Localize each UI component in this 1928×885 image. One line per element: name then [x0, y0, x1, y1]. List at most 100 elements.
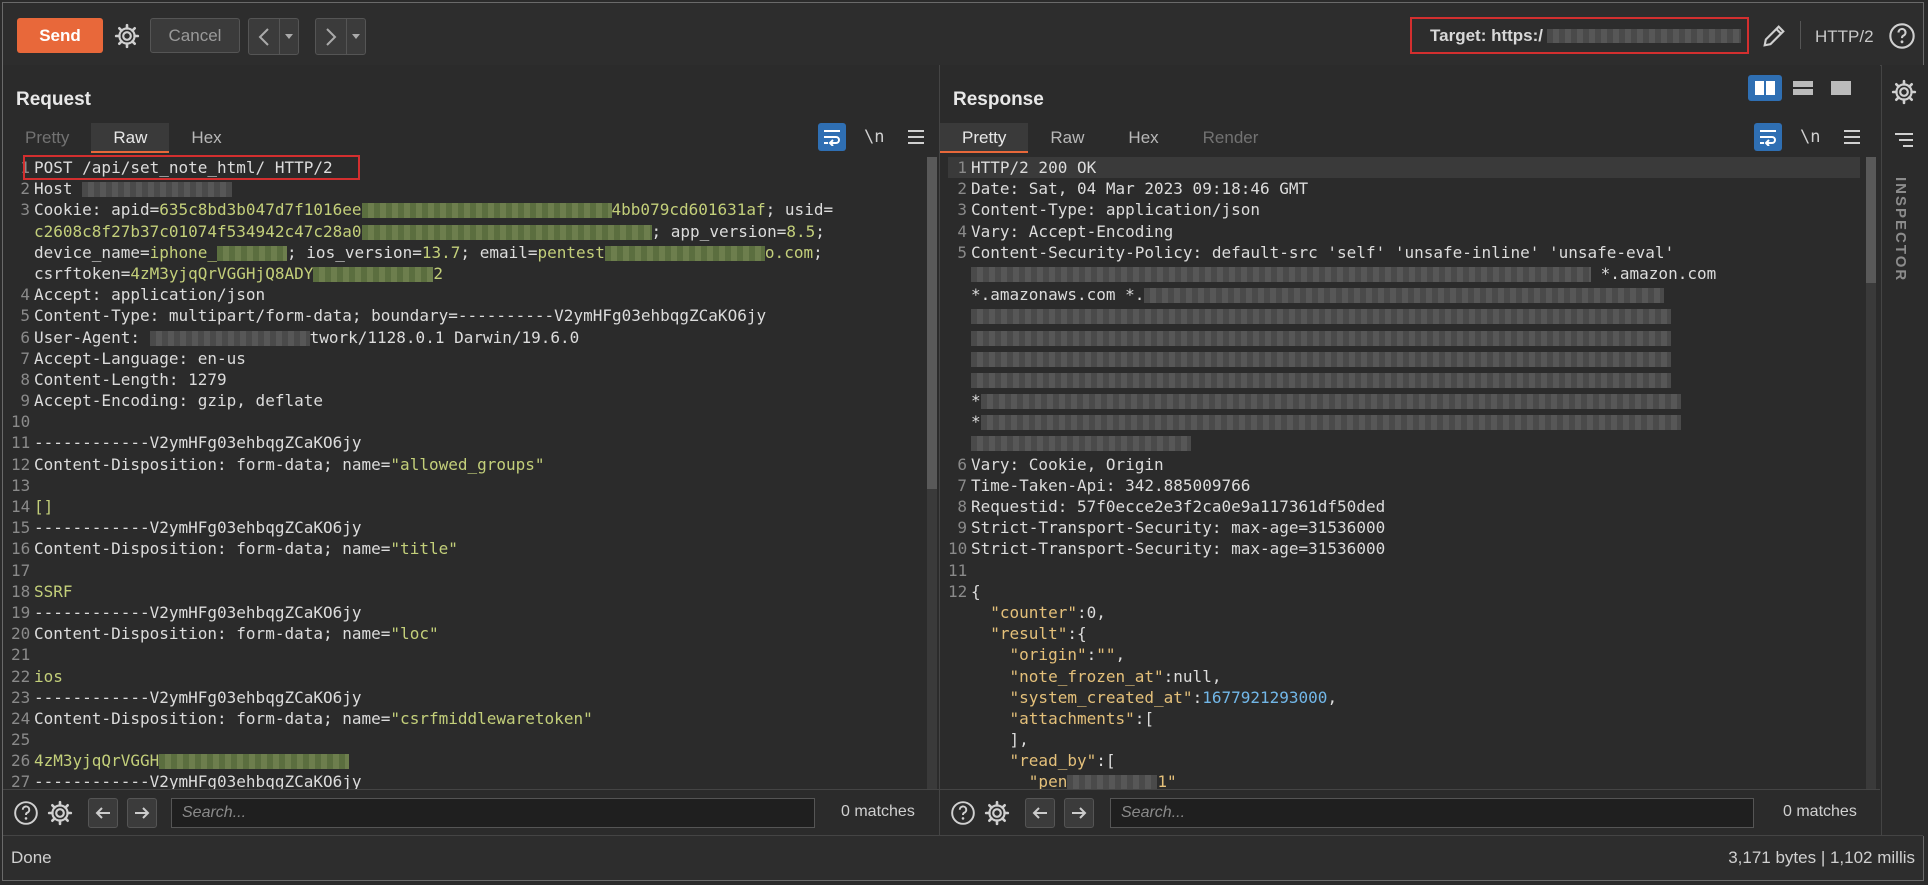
line-number [948, 305, 971, 326]
search-settings-button[interactable] [45, 798, 75, 828]
code-token: { [971, 581, 981, 601]
code-token: Cookie: [34, 200, 112, 220]
code-token: : [1086, 645, 1097, 665]
response-view-tools: \n [1754, 123, 1866, 151]
chevron-down-icon[interactable] [279, 19, 298, 54]
menu-button[interactable] [1838, 123, 1866, 151]
code-line [948, 327, 1860, 348]
code-token: : [1192, 687, 1203, 707]
code-line: 3 Content-Type: application/json [948, 199, 1860, 220]
search-settings-button[interactable] [982, 798, 1012, 828]
chevron-down-icon[interactable] [346, 19, 365, 54]
line-text: SSRF [34, 581, 921, 602]
tab-hex[interactable]: Hex [1106, 123, 1180, 153]
tab-hex[interactable]: Hex [169, 123, 243, 153]
help-button[interactable] [948, 798, 978, 828]
line-text: Accept-Encoding: gzip, deflate [34, 390, 921, 411]
redacted-text [980, 415, 1681, 431]
line-number: 3 [20, 200, 30, 220]
code-line [948, 348, 1860, 369]
search-input[interactable]: Search... [1110, 798, 1754, 828]
tab-pretty[interactable]: Pretty [940, 123, 1029, 153]
chevron-right-icon[interactable] [316, 27, 346, 47]
help-button[interactable] [1886, 20, 1918, 52]
line-text [971, 432, 1860, 453]
line-number: 25 [11, 730, 31, 750]
code-token: 4zM3yjqQrVGGH [34, 751, 160, 771]
code-token: "pen [1028, 772, 1068, 790]
code-line [948, 369, 1860, 390]
scrollbar-thumb[interactable] [1866, 157, 1876, 283]
forward-nav-group[interactable] [315, 18, 366, 55]
line-number [948, 771, 971, 790]
tab-render[interactable]: Render [1181, 123, 1281, 153]
next-match-button[interactable] [127, 798, 157, 828]
back-nav-group[interactable] [248, 18, 299, 55]
tab-raw[interactable]: Raw [91, 123, 170, 153]
line-text: Content-Disposition: form-data; name="lo… [34, 623, 921, 644]
line-text: Vary: Accept-Encoding [971, 221, 1860, 242]
show-newlines-button[interactable]: \n [1800, 127, 1820, 147]
code-token: "title" [390, 539, 458, 559]
scrollbar-thumb[interactable] [927, 157, 937, 489]
target-field[interactable]: Target: https:/ [1410, 17, 1749, 54]
inspector-settings-button[interactable] [1889, 77, 1919, 107]
single-pane-button[interactable] [1824, 75, 1858, 101]
code-line: 8 Content-Length: 1279 [11, 369, 921, 390]
line-number [948, 708, 971, 729]
chevron-left-icon[interactable] [249, 27, 279, 47]
line-text: * [971, 411, 1860, 432]
search-input[interactable]: Search... [171, 798, 815, 828]
redacted-text [1144, 288, 1665, 304]
code-line: 14[] [11, 496, 921, 517]
code-token: ; [813, 242, 823, 262]
code-token: *.amazonaws.com *. [971, 285, 1145, 305]
request-editor[interactable]: 1 POST /api/set_note_html/ HTTP/2 2 Host 3C… [11, 157, 921, 790]
response-scrollbar[interactable] [1866, 157, 1876, 790]
word-wrap-button[interactable] [1754, 123, 1782, 151]
split-horizontal-button[interactable] [1748, 75, 1782, 101]
code-token: , [1327, 687, 1338, 707]
send-button[interactable]: Send [17, 18, 103, 53]
code-line: "pen 1" [948, 771, 1860, 790]
settings-button[interactable] [111, 20, 143, 52]
help-button[interactable] [11, 798, 41, 828]
line-number: 7 [20, 348, 30, 368]
previous-match-button[interactable] [1025, 798, 1055, 828]
next-match-button[interactable] [1064, 798, 1094, 828]
cancel-button[interactable]: Cancel [150, 18, 240, 53]
pencil-icon [1763, 25, 1785, 47]
edit-target-button[interactable] [1758, 20, 1790, 52]
previous-match-button[interactable] [88, 798, 118, 828]
code-token: Host [34, 179, 83, 199]
code-line: 7 Time-Taken-Api: 342.885009766 [948, 475, 1860, 496]
response-editor[interactable]: 1 HTTP/2 200 OK 2 Date: Sat, 04 Mar 2023 09… [948, 157, 1860, 790]
redacted-text [82, 182, 233, 198]
line-text [34, 729, 921, 750]
code-token: Content-Length: 1279 [34, 369, 227, 389]
menu-button[interactable] [902, 123, 930, 151]
line-number: 2 [20, 179, 30, 199]
code-line: "origin":"", [948, 644, 1860, 665]
line-number: 10 [11, 412, 31, 432]
response-tabs: Pretty Raw Hex Render [940, 123, 1280, 153]
word-wrap-button[interactable] [818, 123, 846, 151]
inspector-toggle-button[interactable] [1889, 125, 1919, 155]
inspector-tab[interactable]: INSPECTOR [1892, 177, 1909, 282]
line-number: 14 [11, 497, 31, 516]
code-line: 3 Cookie: apid=635c8bd3b047d7f1016ee 4bb07… [11, 199, 921, 220]
request-scrollbar[interactable] [927, 157, 937, 790]
show-newlines-button[interactable]: \n [864, 127, 884, 147]
line-text: device_name=iphone_ ; ios_version=13.7; e… [34, 242, 921, 263]
split-vertical-button[interactable] [1786, 75, 1820, 101]
tab-raw[interactable]: Raw [1028, 123, 1106, 153]
tab-pretty[interactable]: Pretty [3, 123, 91, 153]
help-icon [14, 801, 38, 825]
line-number [948, 666, 971, 687]
line-number: 12 [11, 454, 31, 474]
redacted-text [313, 266, 434, 282]
code-token: ; email= [460, 242, 538, 262]
help-icon [951, 801, 975, 825]
line-text: Content-Length: 1279 [34, 369, 921, 390]
line-text: ------------V2ymHFg03ehbqgZCaKO6jy [34, 602, 921, 623]
